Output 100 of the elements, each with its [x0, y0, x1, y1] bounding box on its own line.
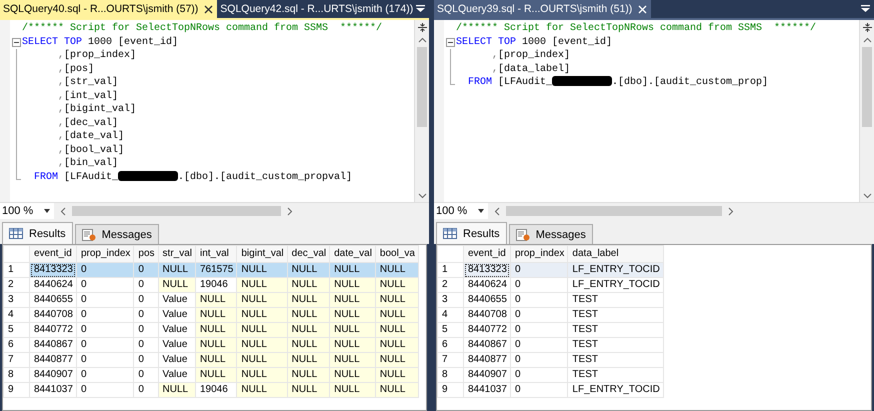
results-tab[interactable]: Results — [436, 222, 507, 244]
close-icon[interactable] — [204, 4, 214, 14]
table-cell[interactable]: 8441037 — [30, 382, 76, 398]
table-cell[interactable]: NULL — [375, 278, 418, 292]
document-tab[interactable]: SQLQuery42.sql - R...URTS\jsmith (174)) — [217, 0, 418, 18]
table-cell[interactable]: NULL — [330, 278, 376, 292]
split-icon[interactable] — [416, 22, 428, 33]
table-cell[interactable]: 0 — [134, 338, 158, 352]
table-cell[interactable]: 8440708 — [464, 308, 510, 322]
table-cell[interactable]: NULL — [236, 292, 288, 308]
results-tab[interactable]: Results — [2, 222, 73, 244]
table-cell[interactable]: 8440655 — [464, 292, 510, 308]
table-cell[interactable]: NULL — [330, 382, 376, 398]
row-number[interactable]: 3 — [4, 292, 30, 308]
table-cell[interactable]: 0 — [510, 352, 568, 368]
scroll-left-icon[interactable] — [60, 206, 66, 216]
scroll-thumb[interactable] — [417, 47, 427, 127]
row-number[interactable]: 3 — [438, 292, 464, 308]
table-cell[interactable]: 0 — [134, 278, 158, 292]
query-editor[interactable] — [0, 18, 429, 202]
table-cell[interactable]: 0 — [510, 322, 568, 338]
table-cell[interactable]: NULL — [196, 338, 237, 352]
table-cell[interactable]: NULL — [287, 368, 330, 382]
table-cell[interactable]: NULL — [330, 262, 376, 278]
table-cell[interactable]: NULL — [236, 338, 288, 352]
table-cell[interactable]: TEST — [568, 308, 664, 322]
row-number[interactable]: 2 — [438, 278, 464, 292]
table-cell[interactable]: TEST — [568, 338, 664, 352]
table-cell[interactable]: NULL — [196, 292, 237, 308]
scroll-up-icon[interactable] — [862, 37, 872, 43]
table-cell[interactable]: NULL — [287, 352, 330, 368]
table-cell[interactable]: 0 — [76, 278, 134, 292]
table-cell[interactable]: NULL — [236, 322, 288, 338]
table-cell[interactable]: NULL — [196, 308, 237, 322]
scroll-left-icon[interactable] — [494, 206, 500, 216]
table-cell[interactable]: NULL — [236, 308, 288, 322]
table-cell[interactable]: TEST — [568, 352, 664, 368]
split-icon[interactable] — [862, 22, 872, 33]
column-header[interactable]: event_id — [464, 246, 510, 262]
scroll-thumb[interactable] — [506, 206, 722, 216]
row-number[interactable]: 9 — [438, 382, 464, 398]
zoom-dropdown[interactable]: 100 % — [0, 203, 54, 219]
collapse-icon[interactable] — [12, 38, 21, 47]
table-cell[interactable]: LF_ENTRY_TOCID — [568, 278, 664, 292]
table-cell[interactable]: 0 — [134, 382, 158, 398]
table-cell[interactable]: 8440867 — [464, 338, 510, 352]
scroll-down-icon[interactable] — [418, 193, 426, 199]
table-cell[interactable]: NULL — [158, 278, 196, 292]
table-cell[interactable]: 8440877 — [30, 352, 76, 368]
table-cell[interactable]: 8440877 — [464, 352, 510, 368]
table-cell[interactable]: NULL — [330, 352, 376, 368]
table-cell[interactable]: NULL — [375, 338, 418, 352]
column-header[interactable]: str_val — [158, 246, 196, 262]
table-cell[interactable]: NULL — [236, 352, 288, 368]
table-cell[interactable]: 0 — [510, 278, 568, 292]
table-cell[interactable]: 8440867 — [30, 338, 76, 352]
table-cell[interactable]: 8440624 — [30, 278, 76, 292]
table-cell[interactable]: 8440772 — [464, 322, 510, 338]
dropdown-icon[interactable] — [416, 5, 425, 12]
column-header[interactable]: prop_index — [76, 246, 134, 262]
table-cell[interactable]: 0 — [510, 262, 568, 278]
table-cell[interactable]: NULL — [236, 262, 288, 278]
scroll-thumb[interactable] — [72, 206, 282, 216]
table-cell[interactable]: NULL — [330, 322, 376, 338]
column-header[interactable]: int_val — [196, 246, 237, 262]
table-cell[interactable]: NULL — [287, 278, 330, 292]
table-cell[interactable]: TEST — [568, 292, 664, 308]
row-number[interactable]: 6 — [4, 338, 30, 352]
row-number[interactable]: 4 — [4, 308, 30, 322]
row-number[interactable]: 7 — [438, 352, 464, 368]
table-cell[interactable]: 0 — [134, 352, 158, 368]
column-header[interactable]: date_val — [330, 246, 376, 262]
table-cell[interactable]: LF_ENTRY_TOCID — [568, 262, 664, 278]
scroll-down-icon[interactable] — [862, 193, 872, 199]
table-cell[interactable]: NULL — [236, 278, 288, 292]
row-number[interactable]: 1 — [4, 262, 30, 278]
table-cell[interactable]: NULL — [375, 382, 418, 398]
results-tab[interactable]: Messages — [508, 224, 593, 244]
table-cell[interactable]: 8440624 — [464, 278, 510, 292]
table-cell[interactable]: NULL — [375, 292, 418, 308]
row-number[interactable]: 1 — [438, 262, 464, 278]
table-cell[interactable]: 0 — [76, 322, 134, 338]
table-cell[interactable]: 0 — [76, 292, 134, 308]
row-number[interactable]: 6 — [438, 338, 464, 352]
table-cell[interactable]: 0 — [76, 352, 134, 368]
collapse-icon[interactable] — [446, 38, 455, 47]
table-cell[interactable]: 0 — [510, 308, 568, 322]
table-cell[interactable]: NULL — [236, 368, 288, 382]
dropdown-icon[interactable] — [861, 5, 870, 12]
table-cell[interactable]: LF_ENTRY_TOCID — [568, 382, 664, 398]
table-cell[interactable]: 0 — [76, 308, 134, 322]
table-cell[interactable]: 8441037 — [464, 382, 510, 398]
table-cell[interactable]: TEST — [568, 322, 664, 338]
column-header[interactable]: pos — [134, 246, 158, 262]
table-cell[interactable]: 8440772 — [30, 322, 76, 338]
table-cell[interactable]: NULL — [287, 292, 330, 308]
table-cell[interactable]: 8440907 — [464, 368, 510, 382]
table-cell[interactable]: 8440907 — [30, 368, 76, 382]
table-cell[interactable]: NULL — [287, 262, 330, 278]
table-cell[interactable]: NULL — [287, 382, 330, 398]
